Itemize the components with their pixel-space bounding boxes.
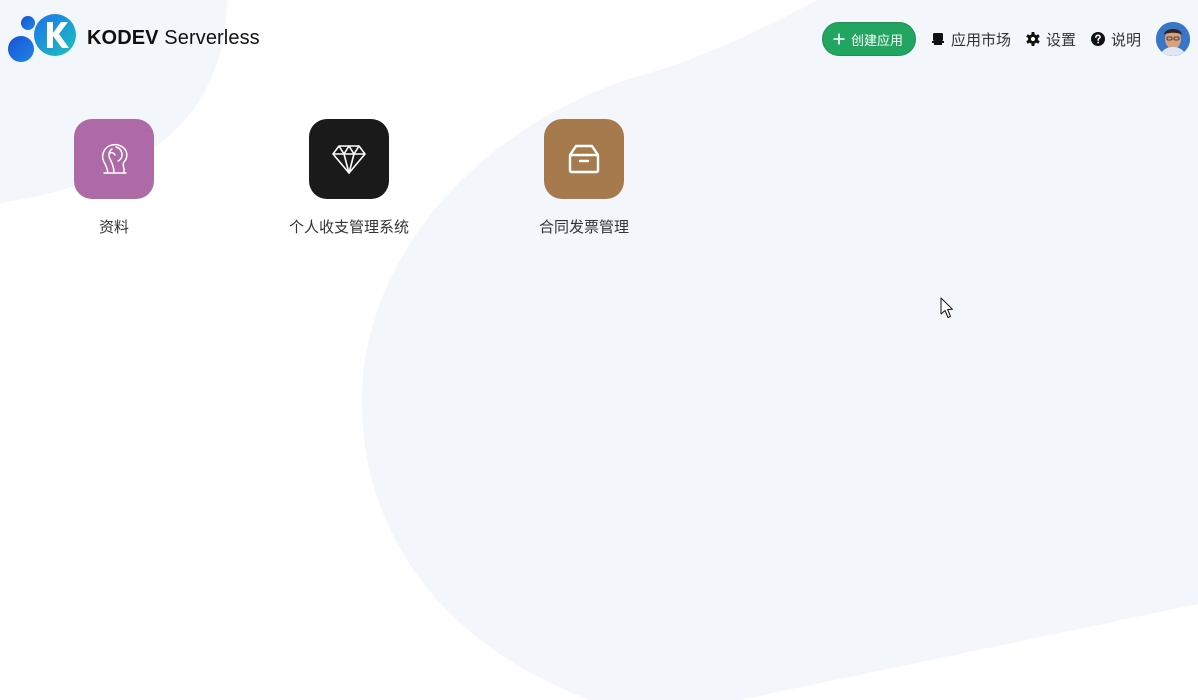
app-label: 资料 [98,218,129,236]
gear-icon [1026,32,1040,46]
create-app-label: 创建应用 [850,33,903,49]
store-icon [931,33,944,45]
app-tile[interactable] [74,119,154,199]
kodev-logo-icon [8,14,76,62]
app-label: 合同发票管理 [538,218,629,236]
nav-help-label: 说明 [1110,30,1141,49]
diamond-icon [332,145,366,174]
avatar-image [1156,22,1190,56]
app-item-contract[interactable]: 合同发票管理 [504,119,664,237]
create-app-button[interactable]: 创建应用 [821,22,916,56]
nav-help[interactable]: 说明 [1090,29,1141,50]
plus-icon [833,33,845,45]
mouse-cursor-icon [940,297,953,318]
user-avatar[interactable] [1156,22,1190,56]
help-icon [1090,32,1105,46]
top-nav: 创建应用 应用市场 设置 说明 [821,21,1190,57]
brand-name: KODEV Serverless [87,14,260,62]
nav-app-market[interactable]: 应用市场 [931,29,1011,50]
top-header: KODEV Serverless 创建应用 应用市场 设置 说明 [0,0,1198,78]
app-tile[interactable] [544,119,624,199]
background-shape [0,0,1198,700]
mind-icon [101,143,128,174]
app-item-ziliao[interactable]: 资料 [34,119,194,237]
logo[interactable]: KODEV Serverless [8,14,260,62]
archive-box-icon [568,144,600,174]
app-tile[interactable] [309,119,389,199]
app-item-finance[interactable]: 个人收支管理系统 [269,119,429,237]
nav-app-market-label: 应用市场 [950,30,1011,49]
brand-rest: Serverless [164,27,260,49]
nav-settings[interactable]: 设置 [1026,29,1076,50]
brand-strong: KODEV [87,27,159,49]
nav-settings-label: 设置 [1045,30,1076,49]
app-label: 个人收支管理系统 [288,218,409,236]
